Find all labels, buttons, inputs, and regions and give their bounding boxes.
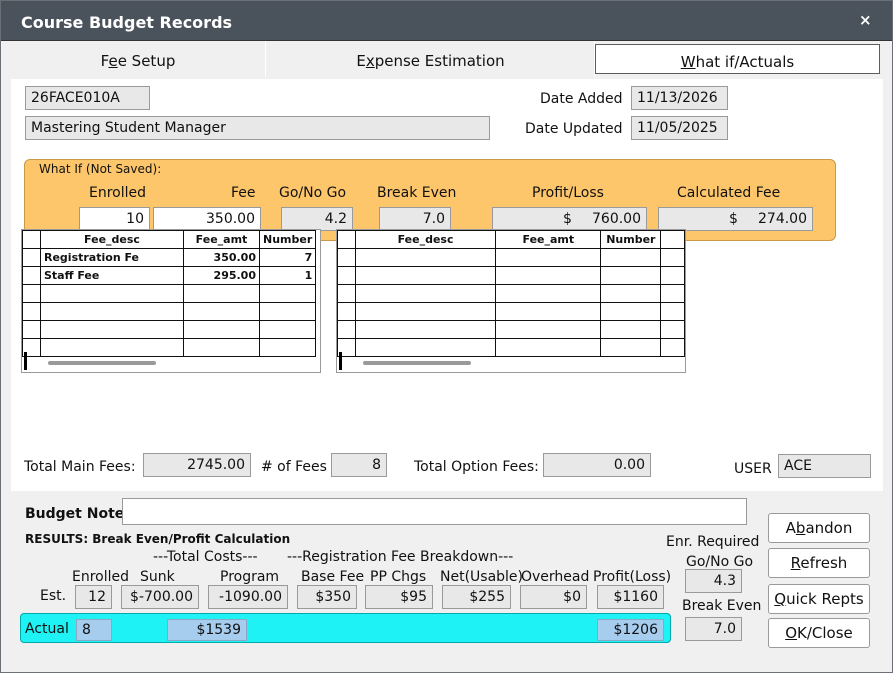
quick-repts-button[interactable]: Quick Repts [768, 584, 870, 614]
actual-profit-field: $1206 [597, 619, 664, 641]
grid-header-number[interactable]: Number [600, 230, 662, 249]
row-selector [339, 352, 342, 370]
profit-value: 760.00 [592, 211, 641, 227]
est-label: Est. [40, 588, 67, 604]
total-main-fees-field: 2745.00 [143, 453, 251, 477]
col-program-label: Program [220, 569, 280, 585]
fee-input[interactable]: 350.00 [153, 207, 261, 231]
grid-header-number[interactable]: Number [258, 230, 317, 249]
est-base-fee-field: $350 [297, 585, 357, 609]
date-added-label: Date Added [540, 91, 623, 107]
table-row[interactable]: Registration Fe 350.00 7 [22, 248, 317, 267]
profit-loss-label: Profit/Loss [532, 185, 604, 201]
col-enrolled-label: Enrolled [72, 569, 130, 585]
refresh-button[interactable]: Refresh [768, 548, 870, 578]
est-sunk-field: $-700.00 [121, 585, 199, 609]
tab-expense-estimation[interactable]: Expense Estimation [267, 41, 595, 77]
profit-loss-field: $760.00 [492, 207, 647, 231]
grid-header-fee-amt[interactable]: Fee_amt [183, 230, 260, 249]
abandon-button[interactable]: Abandon [768, 513, 870, 543]
col-net-usable-label: Net(Usable) [440, 569, 524, 585]
main-fees-grid[interactable]: Fee_desc Fee_amt Number Registration Fe 350… [21, 229, 321, 373]
enrolled-input[interactable]: 10 [79, 207, 150, 231]
ok-close-button[interactable]: OK/Close [768, 618, 870, 648]
calculated-fee-label: Calculated Fee [677, 185, 781, 201]
option-grid-scrollbar[interactable] [363, 361, 471, 365]
col-sunk-label: Sunk [140, 569, 175, 585]
est-overhead-field: $0 [520, 585, 587, 609]
results-break-even-label: Break Even [682, 598, 762, 614]
tab-fee-setup[interactable]: Fee Setup [11, 41, 266, 77]
table-row[interactable] [337, 248, 685, 267]
col-profit-label: Profit(Loss) [593, 569, 672, 585]
row-selector [24, 352, 27, 370]
results-title: RESULTS: Break Even/Profit Calculation [25, 532, 291, 546]
est-enrolled-field: 12 [75, 585, 112, 609]
grid-header-fee-amt[interactable]: Fee_amt [495, 230, 602, 249]
est-pp-chgs-field: $95 [365, 585, 433, 609]
table-row[interactable] [337, 284, 685, 303]
budget-note-label: Budget Note: [25, 506, 130, 522]
date-added-field: 11/13/2026 [631, 86, 728, 110]
total-option-fees-field: 0.00 [543, 453, 651, 477]
date-updated-field: 11/05/2025 [631, 116, 728, 140]
table-row[interactable] [22, 302, 317, 321]
fee-label: Fee [231, 185, 256, 201]
grid-header-fee-desc[interactable]: Fee_desc [40, 230, 184, 249]
est-net-usable-field: $255 [442, 585, 511, 609]
what-if-title: What If (Not Saved): [39, 162, 162, 176]
results-break-even-field: 7.0 [685, 617, 742, 641]
table-row[interactable]: Staff Fee 295.00 1 [22, 266, 317, 285]
tab-what-if-actuals[interactable]: What if/Actuals [595, 44, 880, 74]
budget-note-input[interactable] [122, 498, 747, 525]
tab-strip: Fee Setup Expense Estimation What if/Act… [11, 41, 883, 79]
date-updated-label: Date Updated [525, 121, 623, 137]
user-field: ACE [778, 454, 871, 478]
total-costs-header: ---Total Costs--- [153, 549, 258, 565]
table-row[interactable] [22, 338, 317, 357]
est-program-field: -1090.00 [208, 585, 288, 609]
results-go-no-go-label: Go/No Go [686, 554, 754, 570]
course-code-field: 26FACE010A [25, 86, 150, 110]
table-row[interactable] [22, 284, 317, 303]
profit-currency: $ [563, 211, 572, 227]
break-even-field: 7.0 [379, 207, 451, 231]
total-main-fees-label: Total Main Fees: [24, 459, 136, 475]
col-overhead-label: Overhead [521, 569, 590, 585]
title-bar: Course Budget Records × [1, 1, 892, 41]
table-row[interactable] [337, 320, 685, 339]
table-row[interactable] [337, 338, 685, 357]
calculated-fee-field: $274.00 [658, 207, 813, 231]
grid-header-fee-desc[interactable]: Fee_desc [354, 230, 497, 249]
actual-costs-field: $1539 [167, 619, 247, 641]
go-no-go-label: Go/No Go [279, 185, 347, 201]
table-row[interactable] [22, 320, 317, 339]
break-even-label: Break Even [377, 185, 457, 201]
user-label: USER [734, 461, 772, 477]
results-go-no-go-field: 4.3 [685, 569, 742, 593]
fee-count-field: 8 [331, 453, 387, 477]
option-fees-grid[interactable]: Fee_desc Fee_amt Number [336, 229, 686, 373]
actual-enrolled-field: 8 [76, 619, 112, 641]
calcfee-currency: $ [729, 211, 738, 227]
col-pp-chgs-label: PP Chgs [370, 569, 427, 585]
table-row[interactable] [337, 266, 685, 285]
table-row[interactable] [337, 302, 685, 321]
course-name-field: Mastering Student Manager [25, 116, 490, 140]
window-title: Course Budget Records [21, 13, 233, 32]
actual-row: Actual 8 $1539 $1206 [20, 613, 671, 643]
registration-breakdown-header: ---Registration Fee Breakdown--- [287, 549, 514, 565]
calcfee-value: 274.00 [758, 211, 807, 227]
course-budget-window: Course Budget Records × Fee Setup Expens… [0, 0, 893, 673]
close-icon[interactable]: × [859, 11, 872, 29]
main-grid-scrollbar[interactable] [48, 361, 156, 365]
enr-required-label: Enr. Required [666, 534, 760, 550]
actual-label: Actual [25, 621, 69, 637]
est-profit-field: $1160 [597, 585, 664, 609]
enrolled-label: Enrolled [89, 185, 147, 201]
total-option-fees-label: Total Option Fees: [414, 459, 539, 475]
go-no-go-field: 4.2 [281, 207, 353, 231]
fee-count-label: # of Fees [261, 459, 327, 475]
col-base-fee-label: Base Fee [301, 569, 365, 585]
